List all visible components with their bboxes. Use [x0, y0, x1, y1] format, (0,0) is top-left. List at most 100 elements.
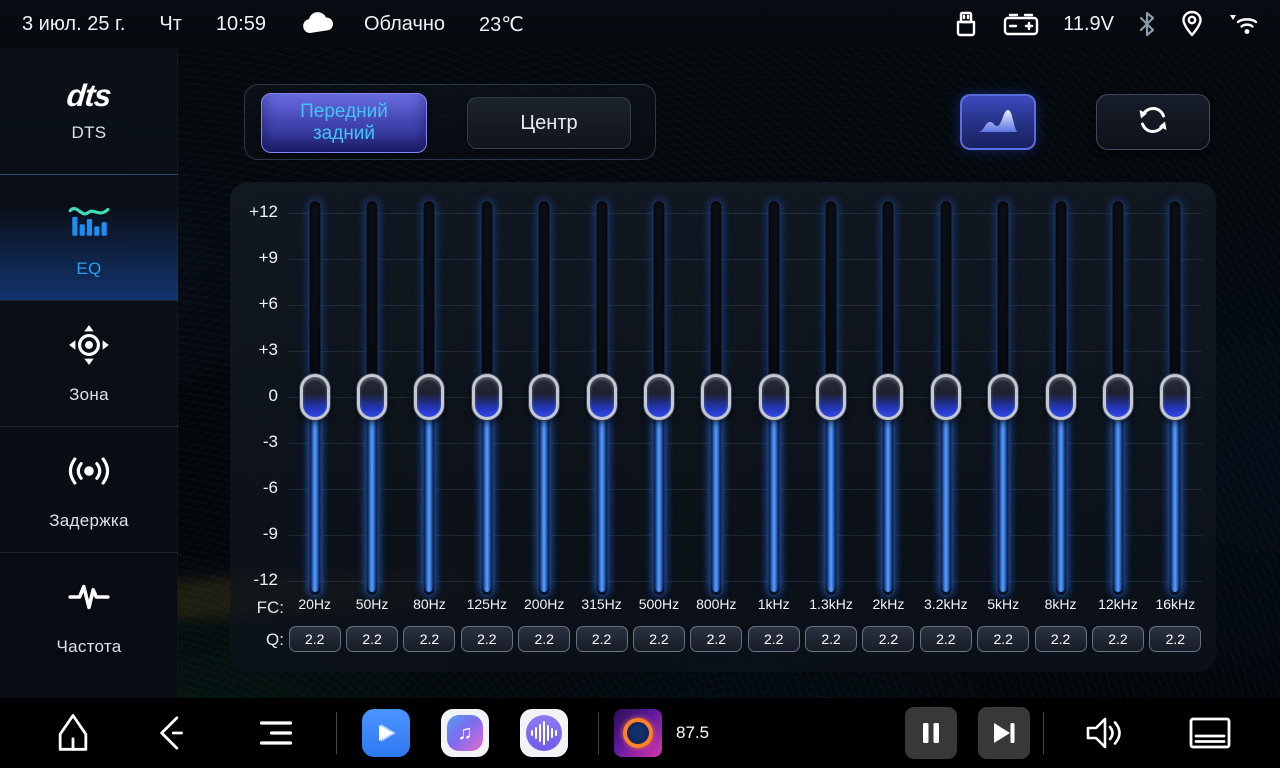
eq-band-column: 50Hz 2.2 — [343, 182, 400, 672]
q-value-button[interactable]: 2.2 — [1092, 626, 1144, 652]
eq-band-column: 500Hz2.2 — [630, 182, 687, 672]
sidebar-item-dts[interactable]: dts DTS — [0, 48, 178, 174]
eq-slider-thumb[interactable] — [1103, 374, 1133, 420]
sidebar-item-delay[interactable]: Задержка — [0, 426, 178, 552]
band-frequency-label: 5kHz — [975, 596, 1032, 612]
delay-icon — [66, 448, 112, 499]
eq-slider-thumb[interactable] — [300, 374, 330, 420]
q-value-button[interactable]: 2.2 — [289, 626, 341, 652]
eq-slider-fill — [1000, 397, 1007, 592]
eq-slider-fill — [598, 397, 605, 592]
eq-slider-thumb[interactable] — [414, 374, 444, 420]
eq-panel: +12+9+6+30-3-6-9-12 20Hz2.250Hz2.280Hz2.… — [230, 182, 1216, 672]
eq-slider-thumb[interactable] — [472, 374, 502, 420]
home-button[interactable] — [52, 712, 94, 754]
q-value-button[interactable]: 2.2 — [690, 626, 742, 652]
sidebar-item-label: Частота — [56, 637, 121, 657]
eq-sliders-area: 20Hz2.250Hz2.280Hz2.2125Hz2.2200Hz2.2315… — [286, 182, 1204, 672]
eq-slider-thumb[interactable] — [1160, 374, 1190, 420]
sidebar-item-frequency[interactable]: Частота — [0, 552, 178, 678]
q-value-button[interactable]: 2.2 — [633, 626, 685, 652]
dts-logo-icon: dts — [66, 80, 113, 111]
eq-slider-thumb[interactable] — [529, 374, 559, 420]
scale-tick-label: +9 — [230, 248, 278, 268]
band-frequency-label: 12kHz — [1089, 596, 1146, 612]
eq-reset-button[interactable] — [1096, 94, 1210, 150]
eq-band-column: 800Hz2.2 — [688, 182, 745, 672]
scale-tick-label: +3 — [230, 340, 278, 360]
eq-slider-thumb[interactable] — [988, 374, 1018, 420]
eq-slider-fill — [426, 397, 433, 592]
eq-slider-fill — [942, 397, 949, 592]
cloud-weather-icon — [300, 11, 338, 37]
voice-assistant-app-icon[interactable] — [520, 709, 568, 757]
status-day: Чт — [159, 13, 182, 36]
eq-band-column: 200Hz2.2 — [516, 182, 573, 672]
sidebar-item-eq[interactable]: EQ — [0, 174, 178, 300]
scale-tick-label: -9 — [230, 524, 278, 544]
eq-slider-thumb[interactable] — [873, 374, 903, 420]
eq-band-column: 5kHz 2.2 — [975, 182, 1032, 672]
eq-slider-thumb[interactable] — [357, 374, 387, 420]
sidebar-item-zone[interactable]: Зона — [0, 300, 178, 426]
scale-tick-label: -12 — [230, 570, 278, 590]
band-frequency-label: 50Hz — [343, 596, 400, 612]
eq-slider-thumb[interactable] — [1046, 374, 1076, 420]
bluetooth-icon — [1138, 11, 1156, 37]
eq-slider-thumb[interactable] — [759, 374, 789, 420]
band-frequency-label: 20Hz — [286, 596, 343, 612]
q-value-button[interactable]: 2.2 — [461, 626, 513, 652]
q-value-button[interactable]: 2.2 — [1035, 626, 1087, 652]
menu-button[interactable] — [256, 713, 296, 753]
volume-button[interactable] — [1080, 712, 1126, 754]
q-value-button[interactable]: 2.2 — [977, 626, 1029, 652]
q-value-button[interactable]: 2.2 — [576, 626, 628, 652]
pause-button[interactable] — [905, 707, 957, 759]
music-app-icon[interactable]: ♫ — [441, 709, 489, 757]
q-value-button[interactable]: 2.2 — [1149, 626, 1201, 652]
next-track-button[interactable] — [978, 707, 1030, 759]
usb-icon — [953, 10, 979, 38]
q-row-label: Q: — [236, 630, 284, 650]
video-player-app-icon[interactable] — [362, 709, 410, 757]
eq-slider-thumb[interactable] — [931, 374, 961, 420]
q-value-button[interactable]: 2.2 — [346, 626, 398, 652]
radio-dial-icon — [623, 718, 653, 748]
eq-slider-thumb[interactable] — [644, 374, 674, 420]
tab-center[interactable]: Центр — [467, 97, 631, 149]
band-frequency-label: 16kHz — [1147, 596, 1204, 612]
eq-slider-fill — [369, 397, 376, 592]
q-value-button[interactable]: 2.2 — [805, 626, 857, 652]
eq-band-column: 125Hz2.2 — [458, 182, 515, 672]
back-button[interactable] — [150, 712, 192, 754]
scale-tick-label: -6 — [230, 478, 278, 498]
display-settings-button[interactable] — [1186, 713, 1234, 753]
eq-slider-fill — [713, 397, 720, 592]
band-frequency-label: 1.3kHz — [802, 596, 859, 612]
eq-preset-button[interactable] — [960, 94, 1036, 150]
q-value-button[interactable]: 2.2 — [748, 626, 800, 652]
sidebar-item-label: Задержка — [49, 511, 129, 531]
eq-slider-thumb[interactable] — [701, 374, 731, 420]
radio-frequency-readout: 87.5 — [676, 723, 709, 743]
q-value-button[interactable]: 2.2 — [862, 626, 914, 652]
status-time: 10:59 — [216, 13, 266, 36]
reset-icon — [1135, 102, 1171, 143]
eq-band-column: 1.3kHz 2.2 — [802, 182, 859, 672]
eq-slider-fill — [483, 397, 490, 592]
status-date: 3 июл. 25 г. — [22, 13, 125, 36]
tab-front-rear[interactable]: Передний задний — [261, 93, 427, 153]
eq-slider-thumb[interactable] — [816, 374, 846, 420]
band-frequency-label: 3.2kHz — [917, 596, 974, 612]
eq-band-column: 12kHz 2.2 — [1089, 182, 1146, 672]
q-value-button[interactable]: 2.2 — [920, 626, 972, 652]
radio-app-icon[interactable] — [614, 709, 662, 757]
eq-slider-thumb[interactable] — [587, 374, 617, 420]
q-value-button[interactable]: 2.2 — [403, 626, 455, 652]
bottombar-separator — [1043, 712, 1044, 754]
q-value-button[interactable]: 2.2 — [518, 626, 570, 652]
sidebar-item-label: Зона — [69, 385, 109, 405]
eq-slider-fill — [1114, 397, 1121, 592]
eq-band-column: 315Hz2.2 — [573, 182, 630, 672]
equalizer-icon — [66, 196, 112, 247]
